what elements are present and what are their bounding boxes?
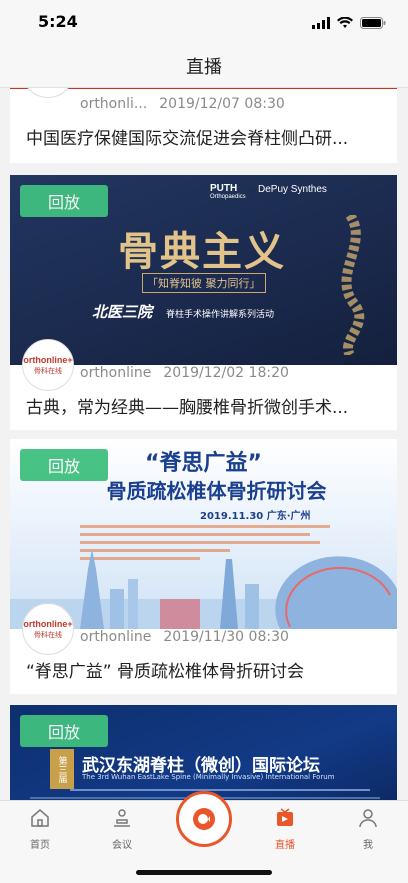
logo-subtext: 骨科在线 [34, 366, 62, 375]
banner-series-name: 北医三院 [92, 303, 153, 321]
spine-illustration [341, 215, 365, 355]
card-thumbnail [10, 88, 397, 92]
meeting-icon [111, 807, 133, 833]
user-icon [357, 807, 379, 833]
card-date: 2019/12/02 18:20 [163, 365, 289, 381]
card-thumbnail: “脊思广益” 骨质疏松椎体骨折研讨会 2019.11.30 广东·广州 回放 [10, 439, 397, 629]
status-bar: 5:24 [0, 0, 408, 44]
status-time: 5:24 [38, 12, 78, 31]
tab-profile[interactable]: 我 [338, 807, 398, 851]
banner-english: The 3rd Wuhan EastLake Spine (Minimally … [82, 773, 335, 781]
wifi-icon [337, 14, 353, 33]
sponsor-logo: PUTH Orthopaedics [210, 183, 246, 200]
logo-text: orthonline+ [23, 354, 73, 365]
live-card[interactable]: PUTH Orthopaedics DePuy Synthes 骨典主义 「知脊… [10, 175, 397, 430]
card-meta: orthonli... 2019/12/07 08:30 [80, 96, 285, 112]
tab-home[interactable]: 首页 [10, 807, 70, 851]
card-title: 古典，常为经典——胸腰椎骨折微创手术... [26, 398, 349, 418]
tab-label: 首页 [30, 840, 50, 851]
card-source: orthonline [80, 365, 152, 381]
battery-icon [360, 14, 386, 33]
signal-icon [312, 14, 330, 33]
banner-headline: 骨典主义 [118, 228, 286, 275]
banner-tagline: 「知脊知彼 聚力同行」 [142, 273, 266, 293]
card-meta: orthonline 2019/11/30 08:30 [80, 629, 289, 645]
sponsor-logo: DePuy Synthes [258, 184, 327, 195]
nav-bar: 直播 [0, 44, 408, 88]
channel-logo: orthonline+ 骨科在线 [22, 339, 74, 391]
banner-edition: 第三届 [50, 749, 74, 789]
sponsor1-subtext: Orthopaedics [210, 194, 246, 200]
page-title: 直播 [186, 56, 222, 78]
logo-subtext: 骨科在线 [34, 630, 62, 639]
banner-series: 北医三院 脊柱手术操作讲解系列活动 [92, 301, 274, 322]
logo-text: orthonline+ [23, 618, 73, 629]
tab-label: 直播 [275, 840, 295, 851]
card-date: 2019/12/07 08:30 [159, 96, 285, 112]
card-source: orthonli... [80, 96, 148, 112]
card-source: orthonline [80, 629, 152, 645]
channel-logo: orthonline+ 骨科在线 [22, 603, 74, 655]
live-feed-list[interactable]: orthonline+ 骨科在线 orthonli... 2019/12/07 … [0, 88, 408, 800]
live-icon [274, 807, 296, 833]
tab-meeting[interactable]: 会议 [92, 807, 152, 851]
card-date: 2019/11/30 08:30 [163, 629, 289, 645]
card-title: 中国医疗保健国际交流促进会脊柱侧凸研... [26, 129, 349, 149]
channel-logo: orthonline+ 骨科在线 [22, 88, 74, 98]
replay-badge: 回放 [20, 185, 108, 217]
live-card[interactable]: “脊思广益” 骨质疏松椎体骨折研讨会 2019.11.30 广东·广州 回放 o… [10, 439, 397, 694]
tab-label: 会议 [112, 840, 132, 851]
card-title: “脊思广益” 骨质疏松椎体骨折研讨会 [26, 662, 305, 682]
card-meta: orthonline 2019/12/02 18:20 [80, 365, 289, 381]
home-icon [29, 807, 51, 833]
tab-label: 我 [363, 840, 373, 851]
replay-badge: 回放 [20, 449, 108, 481]
tab-live[interactable]: 直播 [255, 807, 315, 851]
banner-series-desc: 脊柱手术操作讲解系列活动 [166, 310, 275, 320]
banner-date-place: 2019.11.30 广东·广州 [200, 511, 311, 522]
live-camera-icon [193, 808, 215, 830]
live-card[interactable]: 第三届 武汉东湖脊柱（微创）国际论坛 The 3rd Wuhan EastLak… [10, 705, 397, 800]
live-card[interactable]: orthonline+ 骨科在线 orthonli... 2019/12/07 … [10, 88, 397, 163]
status-icons [312, 14, 386, 33]
home-indicator [136, 870, 272, 875]
sponsor1-text: PUTH [210, 183, 238, 194]
card-thumbnail: PUTH Orthopaedics DePuy Synthes 骨典主义 「知脊… [10, 175, 397, 365]
card-thumbnail: 第三届 武汉东湖脊柱（微创）国际论坛 The 3rd Wuhan EastLak… [10, 705, 397, 800]
start-live-button[interactable] [176, 791, 232, 847]
replay-badge: 回放 [20, 715, 108, 747]
